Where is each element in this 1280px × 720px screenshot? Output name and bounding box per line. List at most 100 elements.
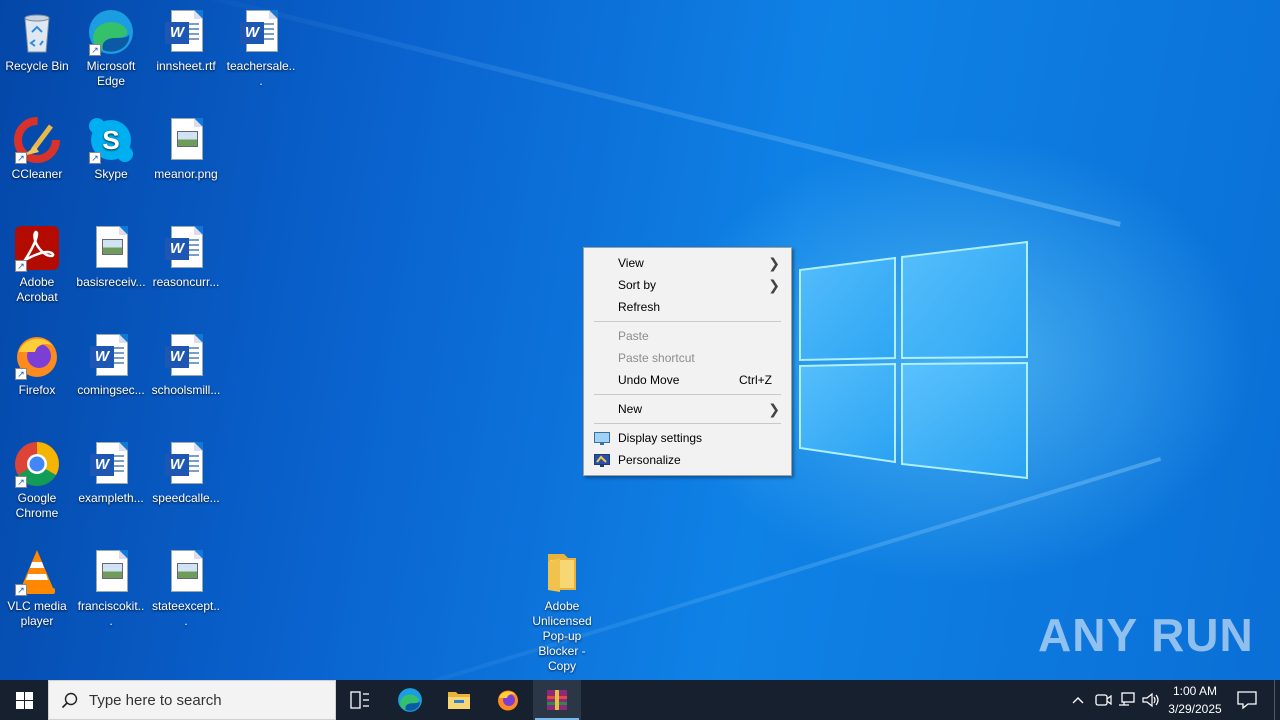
menu-separator <box>594 423 781 424</box>
show-hidden-icons-button[interactable] <box>1068 690 1088 710</box>
menu-item-label: Refresh <box>618 300 661 314</box>
notification-icon <box>1237 691 1257 710</box>
desktop-icon-label: stateexcept... <box>151 599 221 628</box>
desktop-icon-label: CCleaner <box>11 167 63 181</box>
desktop-icon-label: Microsoft Edge <box>86 59 136 88</box>
keyboard-shortcut: Ctrl+Z <box>739 373 772 387</box>
desktop-icon-file[interactable]: W innsheet.rtf <box>149 4 223 74</box>
desktop-icon-label: meanor.png <box>154 167 218 181</box>
menu-item-paste[interactable]: Paste <box>584 325 791 347</box>
desktop-icon-file[interactable]: W teachersale... <box>224 4 298 89</box>
wallpaper-light-beam <box>299 456 1162 680</box>
image-file-icon <box>87 224 135 272</box>
task-view-button[interactable] <box>336 680 384 720</box>
firefox-icon: ↗ <box>13 332 61 380</box>
menu-item-label: View <box>618 256 644 270</box>
desktop-icon-firefox[interactable]: ↗ Firefox <box>0 328 74 398</box>
desktop-icon-microsoft-edge[interactable]: ↗ Microsoft Edge <box>74 4 148 89</box>
shortcut-arrow-icon: ↗ <box>15 260 27 272</box>
task-view-icon <box>350 691 369 709</box>
menu-separator <box>594 394 781 395</box>
recycle-bin-icon <box>13 8 61 56</box>
desktop-icon-label: comingsec... <box>77 383 145 397</box>
desktop-icon-label: Adobe Acrobat <box>16 275 58 304</box>
network-icon <box>1119 692 1135 706</box>
tray-meet-now[interactable] <box>1094 690 1112 710</box>
menu-item-new[interactable]: New ❯ <box>584 398 791 420</box>
desktop-icon-label: teachersale... <box>226 59 296 88</box>
menu-item-view[interactable]: View ❯ <box>584 252 791 274</box>
desktop-icon-google-chrome[interactable]: ↗ Google Chrome <box>0 436 74 521</box>
desktop-icon-file[interactable]: stateexcept... <box>149 544 223 629</box>
personalize-icon <box>594 453 610 467</box>
taskbar-file-explorer[interactable] <box>435 680 483 720</box>
desktop-icon-adobe-acrobat[interactable]: ↗ Adobe Acrobat <box>0 220 74 305</box>
tray-volume[interactable] <box>1141 690 1161 710</box>
desktop-icon-file[interactable]: franciscokit... <box>74 544 148 629</box>
desktop-icon-label: Adobe Unlicensed Pop-up Blocker - Copy <box>532 599 592 673</box>
desktop-icon-file[interactable]: meanor.png <box>149 112 223 182</box>
menu-item-refresh[interactable]: Refresh <box>584 296 791 318</box>
menu-item-label: Personalize <box>618 453 681 467</box>
menu-item-label: Paste shortcut <box>618 351 695 365</box>
taskbar: Type here to search 1:00 AM 3/29/2025 <box>0 680 1280 720</box>
start-button[interactable] <box>0 680 48 720</box>
display-settings-icon <box>594 431 610 445</box>
taskbar-firefox[interactable] <box>484 680 532 720</box>
word-doc-icon: W <box>162 440 210 488</box>
desktop-icon-file[interactable]: W speedcalle... <box>149 436 223 506</box>
menu-item-sort-by[interactable]: Sort by ❯ <box>584 274 791 296</box>
shortcut-arrow-icon: ↗ <box>89 44 101 56</box>
menu-item-undo-move[interactable]: Undo Move Ctrl+Z <box>584 369 791 391</box>
desktop-icon-file[interactable]: W reasoncurr... <box>149 220 223 290</box>
desktop[interactable]: Recycle Bin ↗ CCleaner ↗ Adobe Acrobat ↗… <box>0 0 1280 680</box>
firefox-icon <box>498 690 518 711</box>
skype-icon: S ↗ <box>87 116 135 164</box>
desktop-icon-label: basisreceiv... <box>76 275 146 289</box>
shortcut-arrow-icon: ↗ <box>89 152 101 164</box>
clock-time: 1:00 AM <box>1172 684 1218 698</box>
anyrun-watermark: ANY RUN <box>1038 609 1254 661</box>
vlc-icon: ↗ <box>13 548 61 596</box>
desktop-icon-vlc[interactable]: ↗ VLC media player <box>0 544 74 629</box>
desktop-context-menu: View ❯ Sort by ❯ Refresh Paste Paste sho… <box>583 247 792 476</box>
desktop-icon-label: reasoncurr... <box>152 275 220 289</box>
edge-icon <box>398 688 422 712</box>
chrome-icon: ↗ <box>13 440 61 488</box>
menu-item-label: Paste <box>618 329 649 343</box>
desktop-icon-folder[interactable]: Adobe Unlicensed Pop-up Blocker - Copy <box>524 544 600 674</box>
shortcut-arrow-icon: ↗ <box>15 152 27 164</box>
taskbar-clock[interactable]: 1:00 AM 3/29/2025 <box>1162 682 1228 718</box>
acrobat-icon: ↗ <box>13 224 61 272</box>
taskbar-winrar[interactable] <box>533 680 581 720</box>
image-file-icon <box>162 548 210 596</box>
menu-item-display-settings[interactable]: Display settings <box>584 427 791 449</box>
desktop-icon-file[interactable]: W exampleth... <box>74 436 148 506</box>
menu-item-label: New <box>618 402 643 416</box>
taskbar-edge[interactable] <box>386 680 434 720</box>
volume-icon <box>1142 692 1159 708</box>
desktop-icon-file[interactable]: W schoolsmill... <box>149 328 223 398</box>
menu-item-paste-shortcut[interactable]: Paste shortcut <box>584 347 791 369</box>
menu-item-label: Undo Move <box>618 373 680 387</box>
image-file-icon <box>162 116 210 164</box>
shortcut-arrow-icon: ↗ <box>15 476 27 488</box>
folder-icon <box>538 548 586 596</box>
desktop-icon-recycle-bin[interactable]: Recycle Bin <box>0 4 74 74</box>
tray-network[interactable] <box>1117 690 1137 710</box>
svg-text:S: S <box>102 125 119 155</box>
desktop-icon-ccleaner[interactable]: ↗ CCleaner <box>0 112 74 182</box>
shortcut-arrow-icon: ↗ <box>15 584 27 596</box>
desktop-icon-label: franciscokit... <box>77 599 145 628</box>
menu-item-personalize[interactable]: Personalize <box>584 449 791 471</box>
action-center-button[interactable] <box>1236 690 1258 710</box>
desktop-icon-file[interactable]: W comingsec... <box>74 328 148 398</box>
windows-wallpaper-logo <box>799 240 1028 480</box>
desktop-icon-file[interactable]: basisreceiv... <box>74 220 148 290</box>
chevron-right-icon: ❯ <box>768 401 780 417</box>
meet-now-icon <box>1095 694 1112 706</box>
taskbar-search-box[interactable]: Type here to search <box>48 680 336 720</box>
desktop-icon-skype[interactable]: S ↗ Skype <box>74 112 148 182</box>
word-doc-icon: W <box>87 440 135 488</box>
show-desktop-button[interactable] <box>1274 680 1280 720</box>
